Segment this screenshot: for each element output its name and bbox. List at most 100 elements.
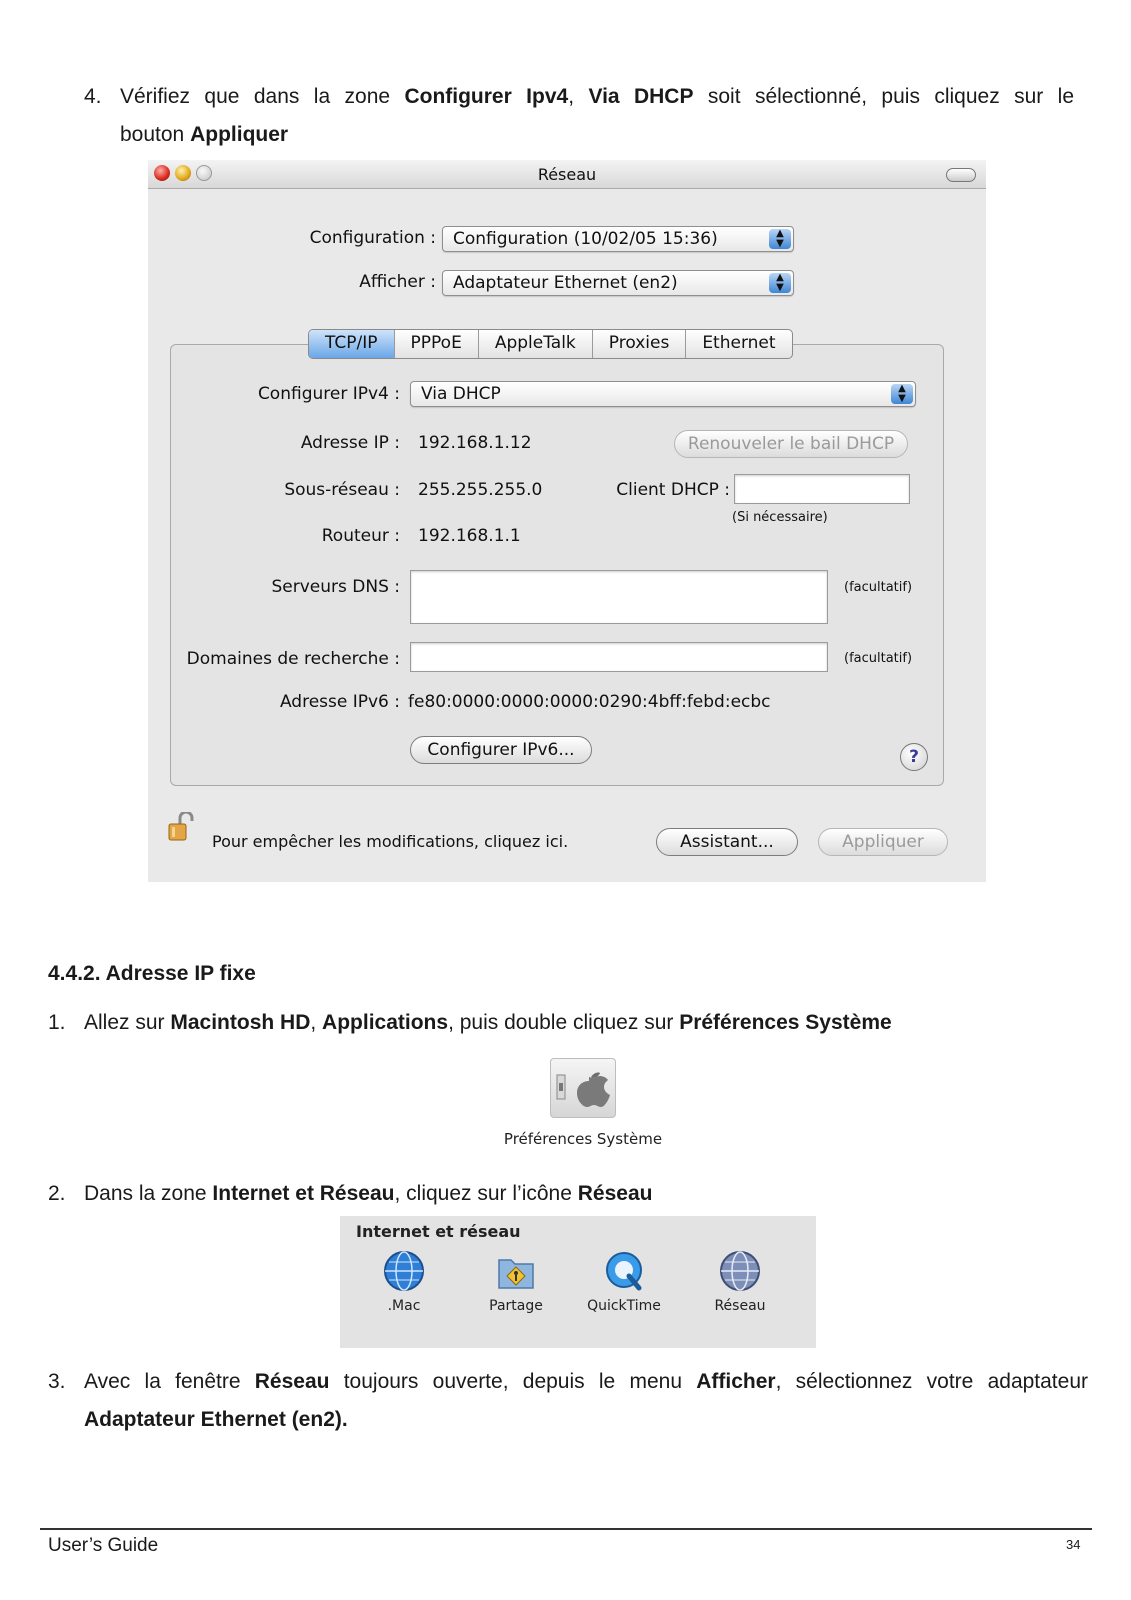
- section-heading: 4.4.2. Adresse IP fixe: [48, 962, 256, 985]
- step-3-line-2: Adaptateur Ethernet (en2).: [84, 1401, 348, 1439]
- footer-title: User’s Guide: [48, 1535, 159, 1556]
- network-window: Réseau Configuration : Configuration (10…: [148, 160, 986, 882]
- sous-reseau-label: Sous-réseau :: [284, 480, 400, 500]
- step-text: , cliquez sur l’icône: [394, 1182, 578, 1205]
- quicktime-icon: [603, 1250, 645, 1292]
- domaines-field[interactable]: [410, 642, 828, 672]
- adresse-ip-label: Adresse IP :: [300, 433, 400, 453]
- system-preferences-label: Préférences Système: [503, 1130, 663, 1148]
- configurer-ipv6-button[interactable]: Configurer IPv6...: [410, 736, 592, 764]
- step-bold: Préférences Système: [679, 1011, 892, 1034]
- step-number: 2.: [48, 1182, 66, 1205]
- tab-proxies[interactable]: Proxies: [593, 330, 687, 358]
- network-globe-icon: [719, 1250, 761, 1292]
- serveurs-dns-label: Serveurs DNS :: [271, 577, 400, 597]
- afficher-popup[interactable]: Adaptateur Ethernet (en2) ▲ ▼: [442, 270, 794, 296]
- adresse-ipv6-label: Adresse IPv6 :: [279, 692, 400, 712]
- afficher-value: Adaptateur Ethernet (en2): [453, 273, 678, 293]
- reseau-item[interactable]: Réseau: [690, 1250, 790, 1314]
- quicktime-label: QuickTime: [587, 1298, 661, 1314]
- help-button[interactable]: ?: [900, 743, 928, 771]
- step-text: soit sélectionné, puis cliquez sur le: [693, 85, 1075, 108]
- mac-item[interactable]: .Mac: [354, 1250, 454, 1314]
- step-4-line-2: bouton Appliquer: [120, 116, 288, 154]
- step-bold: Adaptateur Ethernet (en2).: [84, 1408, 348, 1431]
- sous-reseau-value: 255.255.255.0: [418, 480, 543, 500]
- lock-text[interactable]: Pour empêcher les modifications, cliquez…: [212, 832, 568, 851]
- popup-arrows-icon: ▲ ▼: [769, 273, 791, 293]
- toolbar-toggle-button[interactable]: [946, 168, 976, 182]
- facultatif-domaines-note: (facultatif): [844, 651, 913, 666]
- routeur-value: 192.168.1.1: [418, 526, 521, 546]
- tab-pppoe[interactable]: PPPoE: [395, 330, 479, 358]
- window-title: Réseau: [537, 165, 597, 184]
- step-bold: Réseau: [254, 1370, 330, 1393]
- lock-icon[interactable]: [168, 810, 194, 842]
- reseau-label: Réseau: [714, 1298, 766, 1314]
- step-bold: Configurer Ipv4: [404, 85, 569, 108]
- tab-ethernet[interactable]: Ethernet: [686, 330, 791, 358]
- footer-divider: [40, 1528, 1092, 1530]
- step-bold: Via DHCP: [588, 85, 694, 108]
- step-text: toujours ouverte, depuis le menu: [329, 1370, 697, 1393]
- configuration-value: Configuration (10/02/05 15:36): [453, 229, 718, 249]
- partage-item[interactable]: Partage: [466, 1250, 566, 1314]
- step-text: Vérifiez que dans la zone: [120, 85, 405, 108]
- internet-reseau-panel: Internet et réseau .Mac Partage QuickTim…: [340, 1216, 816, 1348]
- quicktime-item[interactable]: QuickTime: [574, 1250, 674, 1314]
- step-text: ,: [310, 1011, 323, 1034]
- step-1-text: Allez sur Macintosh HD, Applications, pu…: [84, 1004, 892, 1042]
- step-1: 1. Allez sur Macintosh HD, Applications,…: [48, 1004, 1088, 1042]
- adresse-ipv6-value: fe80:0000:0000:0000:0290:4bff:febd:ecbc: [408, 692, 771, 712]
- step-text: Allez sur: [84, 1011, 171, 1034]
- tab-tcpip[interactable]: TCP/IP: [309, 330, 395, 358]
- step-text: , puis double cliquez sur: [448, 1011, 680, 1034]
- routeur-label: Routeur :: [321, 526, 400, 546]
- sharing-folder-icon: [495, 1250, 537, 1292]
- step-3: 3. Avec la fenêtre Réseau toujours ouver…: [48, 1363, 1088, 1431]
- appliquer-button[interactable]: Appliquer: [818, 828, 948, 856]
- step-bold: Macintosh HD: [170, 1011, 311, 1034]
- configuration-label: Configuration :: [309, 228, 436, 248]
- mac-globe-icon: [383, 1250, 425, 1292]
- configuration-popup[interactable]: Configuration (10/02/05 15:36) ▲ ▼: [442, 226, 794, 252]
- configurer-ipv4-popup[interactable]: Via DHCP ▲ ▼: [410, 381, 916, 407]
- adresse-ip-value: 192.168.1.12: [418, 433, 532, 453]
- step-bold: Appliquer: [190, 123, 289, 146]
- step-number: 4.: [84, 85, 102, 108]
- tab-panel: [170, 344, 944, 786]
- step-2-text: Dans la zone Internet et Réseau, cliquez…: [84, 1175, 652, 1213]
- step-text: , sélectionnez votre adaptateur: [775, 1370, 1088, 1393]
- facultatif-dns-note: (facultatif): [844, 580, 913, 595]
- tab-appletalk[interactable]: AppleTalk: [479, 330, 593, 358]
- page-number: 34: [1066, 1537, 1081, 1552]
- step-bold: Réseau: [577, 1182, 653, 1205]
- renew-dhcp-button[interactable]: Renouveler le bail DHCP: [674, 430, 908, 458]
- step-text: Dans la zone: [84, 1182, 213, 1205]
- step-bold: Afficher: [696, 1370, 776, 1393]
- step-bold: Internet et Réseau: [212, 1182, 395, 1205]
- configurer-ipv4-label: Configurer IPv4 :: [257, 384, 400, 404]
- domaines-label: Domaines de recherche :: [186, 649, 400, 669]
- assistant-button[interactable]: Assistant...: [656, 828, 798, 856]
- internet-panel-title: Internet et réseau: [356, 1222, 521, 1241]
- step-bold: Applications: [322, 1011, 449, 1034]
- tab-bar: TCP/IP PPPoE AppleTalk Proxies Ethernet: [308, 329, 793, 359]
- step-2: 2. Dans la zone Internet et Réseau, cliq…: [48, 1175, 1088, 1213]
- mac-label: .Mac: [387, 1298, 421, 1314]
- system-preferences-icon[interactable]: [550, 1058, 616, 1118]
- client-dhcp-field[interactable]: [734, 474, 910, 504]
- step-4-line-1: Vérifiez que dans la zone Configurer Ipv…: [120, 78, 1074, 116]
- si-necessaire-note: (Si nécessaire): [732, 510, 828, 525]
- step-3-line-1: Avec la fenêtre Réseau toujours ouverte,…: [84, 1363, 1088, 1401]
- serveurs-dns-field[interactable]: [410, 570, 828, 624]
- step-number: 1.: [48, 1011, 66, 1034]
- step-text: ,: [568, 85, 589, 108]
- title-bar: Réseau: [148, 160, 986, 189]
- step-number: 3.: [48, 1370, 66, 1393]
- client-dhcp-label: Client DHCP :: [616, 480, 730, 500]
- popup-arrows-icon: ▲ ▼: [891, 384, 913, 404]
- step-text: bouton: [120, 123, 191, 146]
- partage-label: Partage: [489, 1298, 543, 1314]
- step-text: Avec la fenêtre: [84, 1370, 255, 1393]
